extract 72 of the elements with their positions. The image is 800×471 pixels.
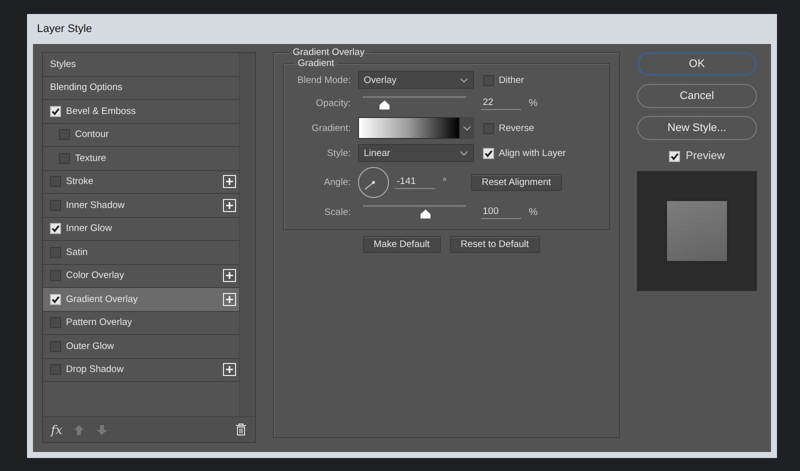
checkbox[interactable] [50,340,61,352]
checkbox[interactable] [50,223,61,234]
style-list-item[interactable]: Bevel & Emboss [43,100,239,124]
caret-icon [462,126,471,130]
style-list-item[interactable]: Pattern Overlay [43,312,239,335]
checkbox[interactable] [482,122,494,134]
unit-label: % [528,206,538,218]
style-list-item[interactable]: Contour [43,124,239,147]
dropdown[interactable]: Overlay [358,71,474,89]
trash-icon[interactable] [234,423,247,436]
checkbox[interactable] [50,294,61,305]
dialog-button[interactable]: OK [636,52,757,76]
move-down-icon[interactable] [96,424,108,436]
window-title: Layer Style [37,23,92,35]
unit-label: % [528,98,538,108]
caret-icon [460,78,468,82]
style-list-item[interactable]: Blending Options [43,76,239,100]
checkbox-label: Preview [686,150,725,162]
style-list-item[interactable]: Stroke [43,170,239,194]
field-label: Opacity: [314,98,351,108]
checkbox-label: Dither [498,74,524,86]
action-button[interactable]: Make Default [362,236,441,253]
slider-thumb[interactable] [378,100,390,110]
checkbox[interactable] [50,200,61,211]
add-icon[interactable] [222,363,236,376]
add-icon[interactable] [222,292,236,306]
add-icon[interactable] [222,175,236,188]
checkbox-label: Reverse [498,122,534,134]
checkbox[interactable] [50,106,61,117]
preview-square [666,201,727,261]
checkbox[interactable] [59,152,70,164]
unit-label: ° [442,177,447,188]
checkbox[interactable] [50,246,61,258]
group-title: Gradient [296,58,336,69]
checkbox[interactable] [482,148,494,158]
slider-thumb[interactable] [420,209,432,219]
style-list-item[interactable]: Gradient Overlay [43,288,239,312]
reset-alignment-button[interactable]: Reset Alignment [470,174,562,191]
section-title: Gradient Overlay [292,47,366,58]
field-label: Scale: [323,206,351,218]
field-label: Style: [326,148,351,158]
fx-menu[interactable]: fx [51,422,62,436]
opacity-field[interactable]: 22 [480,96,521,110]
angle-dial[interactable] [358,167,389,198]
style-list-item[interactable]: Outer Glow [43,335,239,358]
field-label: Gradient: [310,122,351,134]
checkbox[interactable] [50,364,61,376]
dialog-button[interactable]: New Style... [636,116,757,140]
action-button[interactable]: Reset to Default [450,236,540,253]
style-list-item[interactable]: Inner Glow [43,218,239,241]
checkbox[interactable] [50,176,61,188]
checkbox[interactable] [50,270,61,282]
style-list-item[interactable]: Styles [43,53,239,76]
dialog-button[interactable]: Cancel [636,84,757,108]
checkbox[interactable] [482,74,494,86]
style-list-item[interactable]: Inner Shadow [43,194,239,218]
checkbox-label: Align with Layer [498,148,566,158]
style-list-item[interactable]: Satin [43,241,239,264]
style-list-item[interactable]: Drop Shadow [43,358,239,382]
scale-field[interactable]: 100 [480,206,521,218]
checkbox[interactable] [50,317,61,328]
field-label: Angle: [322,177,351,188]
add-icon[interactable] [222,198,236,212]
caret-icon [460,150,468,156]
move-up-icon[interactable] [73,424,86,436]
dropdown[interactable]: Linear [358,144,474,162]
checkbox[interactable] [668,150,680,162]
field-label: Blend Mode: [296,74,351,86]
add-icon[interactable] [222,269,236,282]
style-list-item[interactable]: Texture [43,147,239,170]
angle-field[interactable]: -141 [394,176,435,189]
checkbox[interactable] [59,129,70,140]
